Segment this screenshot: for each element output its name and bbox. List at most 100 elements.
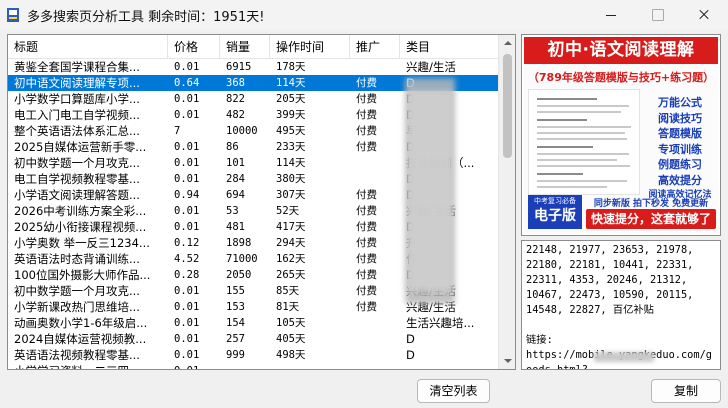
cell-sales: 482 [226,109,245,121]
cell-time: 114天 [276,77,306,89]
column-header-promo[interactable]: 推广 [350,35,400,59]
column-header-price[interactable]: 价格 [168,35,220,59]
ad-subheadline: （789年级答题模版与技巧+练习题） [527,71,715,84]
cell-promo [350,347,400,363]
cell-time: 205天 [276,93,306,105]
cell-time: 233天 [276,141,306,153]
cell-price: 0.01 [174,109,200,121]
cell-sales: 368 [226,77,245,89]
cell-category: D [406,332,415,346]
ad-badge: 中考复习必备 电子版 [528,195,582,229]
ad-feature: 答题模版 [658,127,702,140]
cell-category [400,363,498,369]
cell-title: 初中数学题一个月攻克... [14,284,140,298]
minimize-button[interactable] [588,0,634,30]
vertical-scrollbar[interactable] [498,35,515,369]
ad-headline: 初中·语文阅读理解 [524,37,718,64]
cell-title: 电工入门电工自学视频... [14,108,140,122]
ad-feature: 阅读技巧 [658,111,702,125]
redacted-region [408,91,452,291]
cell-title: 黄鉴全套国学课程合集... [14,60,140,74]
table-row[interactable]: 2024自媒体运营视频教... 0.01 257 405天 D [8,331,498,347]
ad-feature: 高效提分 [658,173,702,187]
cell-time: 498天 [276,349,306,361]
cell-promo [350,155,400,171]
column-header-sales[interactable]: 销量 [220,35,270,59]
detail-text-line: 10467, 22473, 10590, 20115, [526,289,694,301]
cell-time: 417天 [276,221,306,233]
table-row[interactable]: 英语语法视频教程零基... 0.01 999 498天 D [8,347,498,363]
cell-price: 0.94 [174,189,200,201]
detail-text-line: 链接: [526,334,553,346]
detail-textbox[interactable]: goods_idoods.html?https://mobile.yangked… [521,240,721,370]
app-icon [7,8,19,22]
cell-sales: 153 [226,301,245,313]
cell-title: 英语语法视频教程零基... [14,348,140,362]
detail-text-line: oods.html? [526,364,588,370]
cell-sales: 101 [226,157,245,169]
maximize-button[interactable] [634,0,680,30]
column-header-category[interactable]: 类目 [400,35,498,59]
detail-text-line: 22311, 4353, 20246, 21312, [526,274,688,286]
detail-text-line: 22180, 22181, 10441, 22331, [526,259,694,271]
cell-title: 2025自媒体运营新手零... [14,140,147,154]
cell-title: 小学新课改热门思维培... [14,300,140,314]
cell-promo: 付费 [356,269,377,281]
table-row[interactable]: 黄鉴全套国学课程合集... 0.01 6915 178天 兴趣/生活 [8,59,498,75]
cell-price: 0.01 [174,333,200,345]
badge-caption: 中考复习必备 [534,197,576,205]
cell-title: 初中数学题一个月攻克... [14,156,140,170]
cell-time: 380天 [276,173,306,185]
cell-price: 0.01 [174,349,200,361]
cell-time: 52天 [276,205,300,217]
cell-time: 307天 [276,189,306,201]
table-row[interactable]: 动画奥数小学1-6年级启... 0.01 154 105天 生活兴趣培... [8,315,498,331]
column-header-title[interactable]: 标题 [8,35,168,59]
column-header-time[interactable]: 操作时间 [270,35,350,59]
document-preview-image [528,89,640,195]
cell-price: 0.01 [174,285,200,297]
cell-time: 162天 [276,253,306,265]
cell-time [270,363,350,369]
ad-feature: 万能公式 [658,96,702,109]
title-bar: 多多搜索页分析工具 剩余时间：1951天! [0,0,728,30]
copy-button[interactable]: 复制 [651,379,721,403]
cell-title: 100位国外摄影大师作品... [14,268,151,282]
cell-price: 0.01 [174,157,200,169]
cell-title: 小学学习资料一二三四... [8,363,168,369]
cell-category: 兴趣/生活 [406,60,456,74]
clear-list-button[interactable]: 清空列表 [417,379,490,403]
cell-promo: 付费 [356,237,377,249]
ad-feature: 专项训练 [658,142,702,156]
cell-promo: 付费 [356,253,377,265]
scroll-down-arrow-icon[interactable] [499,352,515,369]
cell-promo [350,363,400,369]
cell-sales: 53 [226,205,239,217]
cell-sales: 1898 [226,237,252,249]
cell-price: 0.01 [174,205,200,217]
cell-time: 85天 [276,285,300,297]
cell-promo: 付费 [356,109,377,121]
cell-price: 0.64 [174,77,200,89]
cell-sales: 155 [226,285,245,297]
cell-sales: 694 [226,189,245,201]
cell-category: 生活兴趣培... [406,316,475,330]
ad-note: 同步新版 拍下秒发 免费更新 [593,199,709,209]
close-button[interactable] [680,0,726,30]
cell-promo: 付费 [356,221,377,233]
cell-title: 小学数学口算题库小学... [14,92,140,106]
cell-title: 英语语法时态背诵训练... [14,252,140,266]
scrollbar-thumb[interactable] [503,54,512,158]
results-table[interactable]: 标题 价格 销量 操作时间 推广 类目 黄鉴全套国学课程合集... 0.01 691… [7,34,516,370]
cell-price: 0.01 [174,61,200,73]
cell-title: 2025幼小衔接课程视频... [14,220,147,234]
cell-sales: 257 [226,333,245,345]
table-row[interactable]: 小学学习资料一二三四...0.01 [8,363,498,369]
cell-promo: 付费 [356,93,377,105]
cell-promo: 付费 [356,125,377,137]
cell-title: 整个英语语法体系汇总... [14,124,140,138]
cell-price: 0.01 [174,221,200,233]
scroll-up-arrow-icon[interactable] [499,35,515,52]
cell-sales: 86 [226,141,239,153]
cell-time: 294天 [276,237,306,249]
